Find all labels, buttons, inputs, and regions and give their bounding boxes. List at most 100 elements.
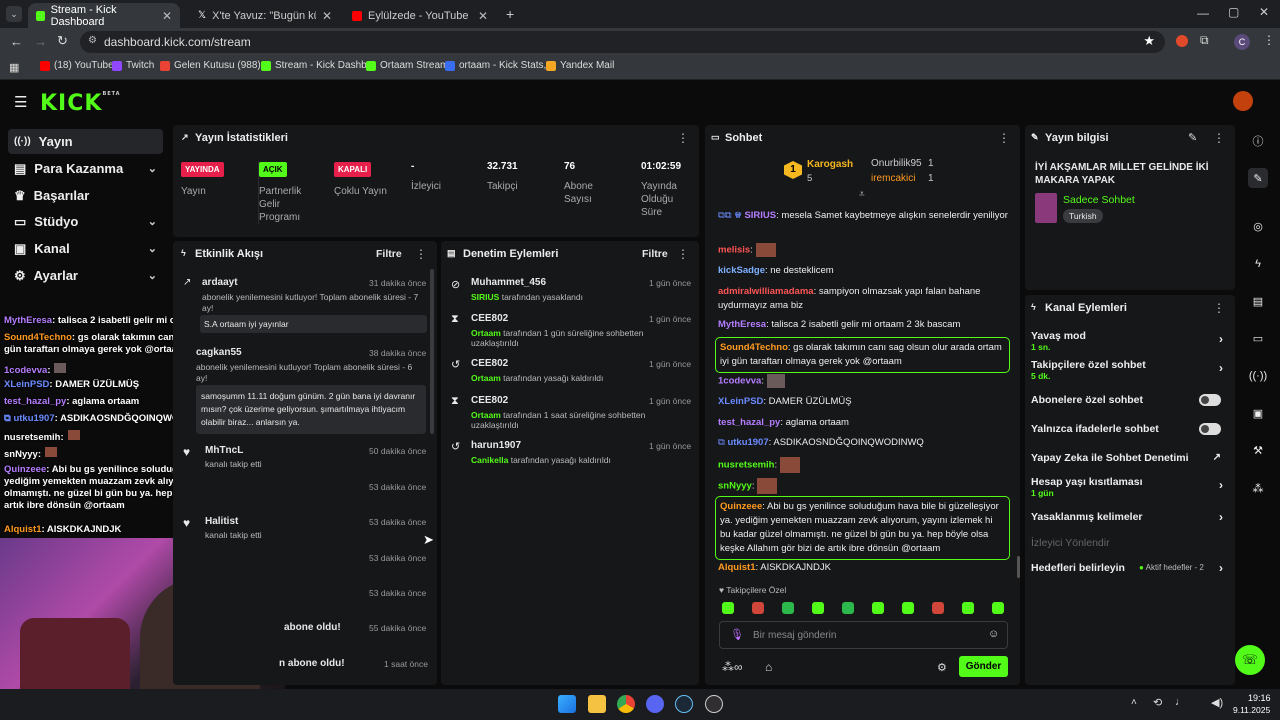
volume-icon[interactable]: ◀) bbox=[1211, 696, 1223, 709]
more-options-icon[interactable]: ⋮ bbox=[1213, 131, 1225, 145]
sidebar-item-kanal[interactable]: ▣ Kanal ⌄ bbox=[8, 236, 163, 261]
expand-chevron-icon[interactable]: ⩡ bbox=[859, 189, 865, 200]
steam-icon[interactable] bbox=[675, 695, 693, 713]
channel-action-followers-only[interactable]: Takipçilere özel sohbet 5 dk. › bbox=[1031, 359, 1227, 381]
broadcast-icon[interactable]: ((·)) bbox=[1248, 366, 1268, 386]
windows-start-icon[interactable] bbox=[558, 695, 576, 713]
emote-button[interactable] bbox=[992, 602, 1004, 614]
chat-icon[interactable]: ▭ bbox=[1248, 328, 1268, 348]
bookmark-youtube[interactable]: (18) YouTube bbox=[40, 60, 114, 71]
microphone-icon[interactable]: 🎙︎ bbox=[730, 628, 744, 641]
filter-button[interactable]: Filtre bbox=[642, 248, 668, 260]
bookmark-star-icon[interactable]: ★ bbox=[1143, 33, 1155, 49]
emoji-picker-icon[interactable]: ☺ bbox=[988, 628, 999, 640]
address-bar[interactable]: ⚙ dashboard.kick.com/stream ★ bbox=[80, 31, 1165, 53]
wrench-icon[interactable]: ⚒ bbox=[1248, 440, 1268, 460]
document-icon[interactable]: ▤ bbox=[1248, 291, 1268, 311]
back-icon[interactable]: ← bbox=[10, 34, 23, 49]
channel-action-emotes-only[interactable]: Yalnızca ifadelerle sohbet bbox=[1031, 423, 1227, 435]
sidebar-item-basarilar[interactable]: ♛ Başarılar bbox=[8, 183, 163, 208]
bookmark-gmail[interactable]: Gelen Kutusu (988)... bbox=[160, 60, 269, 71]
tag-badge[interactable]: Turkish bbox=[1063, 209, 1103, 223]
more-options-icon[interactable]: ⋮ bbox=[1213, 301, 1225, 315]
bookmark-yandex-mail[interactable]: Yandex Mail bbox=[546, 60, 614, 71]
tab-search-icon[interactable]: ⌄ bbox=[6, 6, 22, 22]
sidebar-item-para-kazanma[interactable]: ▤ Para Kazanma ⌄ bbox=[8, 156, 163, 181]
obs-icon[interactable] bbox=[705, 695, 723, 713]
chat-settings-icon[interactable]: ⚙ bbox=[937, 661, 947, 674]
emote-button[interactable] bbox=[872, 602, 884, 614]
browser-tab-2[interactable]: Eylülzede - YouTube ✕ bbox=[344, 3, 496, 28]
emote-button[interactable] bbox=[962, 602, 974, 614]
emote-button[interactable] bbox=[842, 602, 854, 614]
microphone-tray-icon[interactable]: ♩ bbox=[1175, 696, 1186, 708]
category-link[interactable]: Sadece Sohbet bbox=[1063, 194, 1135, 206]
subs-only-toggle[interactable] bbox=[1199, 394, 1221, 406]
profile-avatar[interactable]: C bbox=[1234, 34, 1250, 50]
more-options-icon[interactable]: ⋮ bbox=[677, 247, 689, 261]
camera-icon[interactable]: ◎ bbox=[1248, 216, 1268, 236]
channel-action-subs-only[interactable]: Abonelere özel sohbet bbox=[1031, 394, 1227, 406]
extensions-puzzle-icon[interactable]: ⧉ bbox=[1200, 33, 1209, 48]
close-tab-icon[interactable]: ✕ bbox=[322, 9, 332, 23]
minimize-icon[interactable]: — bbox=[1197, 6, 1209, 20]
scrollbar[interactable] bbox=[430, 269, 434, 434]
new-tab-icon[interactable]: + bbox=[506, 6, 514, 22]
reload-icon[interactable]: ↻ bbox=[57, 33, 68, 49]
bookmark-ortaam-stream[interactable]: Ortaam Stream bbox=[366, 60, 448, 71]
sidebar-item-yayin[interactable]: ((·)) Yayın bbox=[8, 129, 163, 154]
filter-button[interactable]: Filtre bbox=[376, 248, 402, 260]
extension-icon[interactable] bbox=[1176, 35, 1188, 47]
network-icon[interactable]: ⟲ bbox=[1153, 696, 1162, 709]
discord-icon[interactable] bbox=[646, 695, 664, 713]
user-avatar[interactable] bbox=[1233, 91, 1253, 111]
maximize-icon[interactable]: ▢ bbox=[1228, 5, 1239, 19]
more-options-icon[interactable]: ⋮ bbox=[677, 131, 689, 145]
emote-button[interactable] bbox=[782, 602, 794, 614]
chat-input[interactable]: 🎙︎ Bir mesaj gönderin ☺ bbox=[719, 621, 1008, 649]
emote-button[interactable] bbox=[812, 602, 824, 614]
browser-tab-1[interactable]: 𝕏 X'te Yavuz: "Bugün küçük bir ya ✕ bbox=[190, 3, 340, 28]
more-options-icon[interactable]: ⋮ bbox=[415, 247, 427, 261]
up-arrow-icon[interactable]: ˄ bbox=[1131, 697, 1137, 708]
edit-icon[interactable]: ✎ bbox=[1188, 131, 1197, 144]
edit-icon[interactable]: ✎ bbox=[1248, 168, 1268, 188]
store-icon[interactable]: ⌂ bbox=[765, 660, 772, 674]
clock-date[interactable]: 9.11.2025 bbox=[1233, 705, 1270, 715]
emote-button[interactable] bbox=[902, 602, 914, 614]
clock-time[interactable]: 19:16 bbox=[1248, 693, 1271, 703]
emote-button[interactable] bbox=[752, 602, 764, 614]
kick-logo[interactable]: KICKBETA bbox=[40, 91, 121, 116]
channel-action-account-age[interactable]: Hesap yaşı kısıtlaması 1 gün › bbox=[1031, 476, 1227, 498]
emotes-only-toggle[interactable] bbox=[1199, 423, 1221, 435]
bookmark-kick-stats[interactable]: ortaam - Kick Stats,... bbox=[445, 60, 555, 71]
chat-scrollbar[interactable] bbox=[1017, 556, 1020, 578]
print-icon[interactable]: ▣ bbox=[1248, 403, 1268, 423]
hamburger-menu-icon[interactable]: ☰ bbox=[14, 93, 27, 111]
forward-icon[interactable]: → bbox=[34, 34, 47, 49]
info-icon[interactable]: ⓘ bbox=[1248, 131, 1268, 151]
sidebar-item-ayarlar[interactable]: ⚙ Ayarlar ⌄ bbox=[8, 263, 163, 288]
chat-tools-icon[interactable]: ⁂∞ bbox=[722, 660, 743, 674]
close-window-icon[interactable]: ✕ bbox=[1259, 5, 1269, 19]
browser-menu-icon[interactable]: ⋮ bbox=[1263, 33, 1275, 47]
bolt-icon[interactable]: ϟ bbox=[1248, 254, 1268, 274]
bookmark-kick-dashboard[interactable]: Stream - Kick Dashb... bbox=[261, 60, 375, 71]
emote-button[interactable] bbox=[932, 602, 944, 614]
apps-grid-icon[interactable]: ▦ bbox=[9, 61, 19, 74]
channel-action-ai-moderation[interactable]: Yapay Zeka ile Sohbet Denetimi ↗ bbox=[1031, 452, 1227, 464]
more-options-icon[interactable]: ⋮ bbox=[998, 131, 1010, 145]
emote-button[interactable] bbox=[722, 602, 734, 614]
site-info-icon[interactable]: ⚙ bbox=[88, 35, 97, 46]
sidebar-item-studyo[interactable]: ▭ Stüdyo ⌄ bbox=[8, 209, 163, 234]
close-tab-icon[interactable]: ✕ bbox=[478, 9, 488, 23]
chrome-icon[interactable] bbox=[617, 695, 635, 713]
support-chat-button[interactable]: ☏ bbox=[1235, 645, 1265, 675]
channel-action-banned-words[interactable]: Yasaklanmış kelimeler › bbox=[1031, 510, 1227, 524]
bookmark-twitch[interactable]: Twitch bbox=[112, 60, 154, 71]
send-button[interactable]: Gönder bbox=[959, 656, 1008, 677]
browser-tab-0[interactable]: Stream - Kick Dashboard ✕ bbox=[28, 3, 180, 28]
channel-action-slow-mode[interactable]: Yavaş mod 1 sn. › bbox=[1031, 330, 1227, 352]
file-explorer-icon[interactable] bbox=[588, 695, 606, 713]
close-tab-icon[interactable]: ✕ bbox=[162, 9, 172, 23]
